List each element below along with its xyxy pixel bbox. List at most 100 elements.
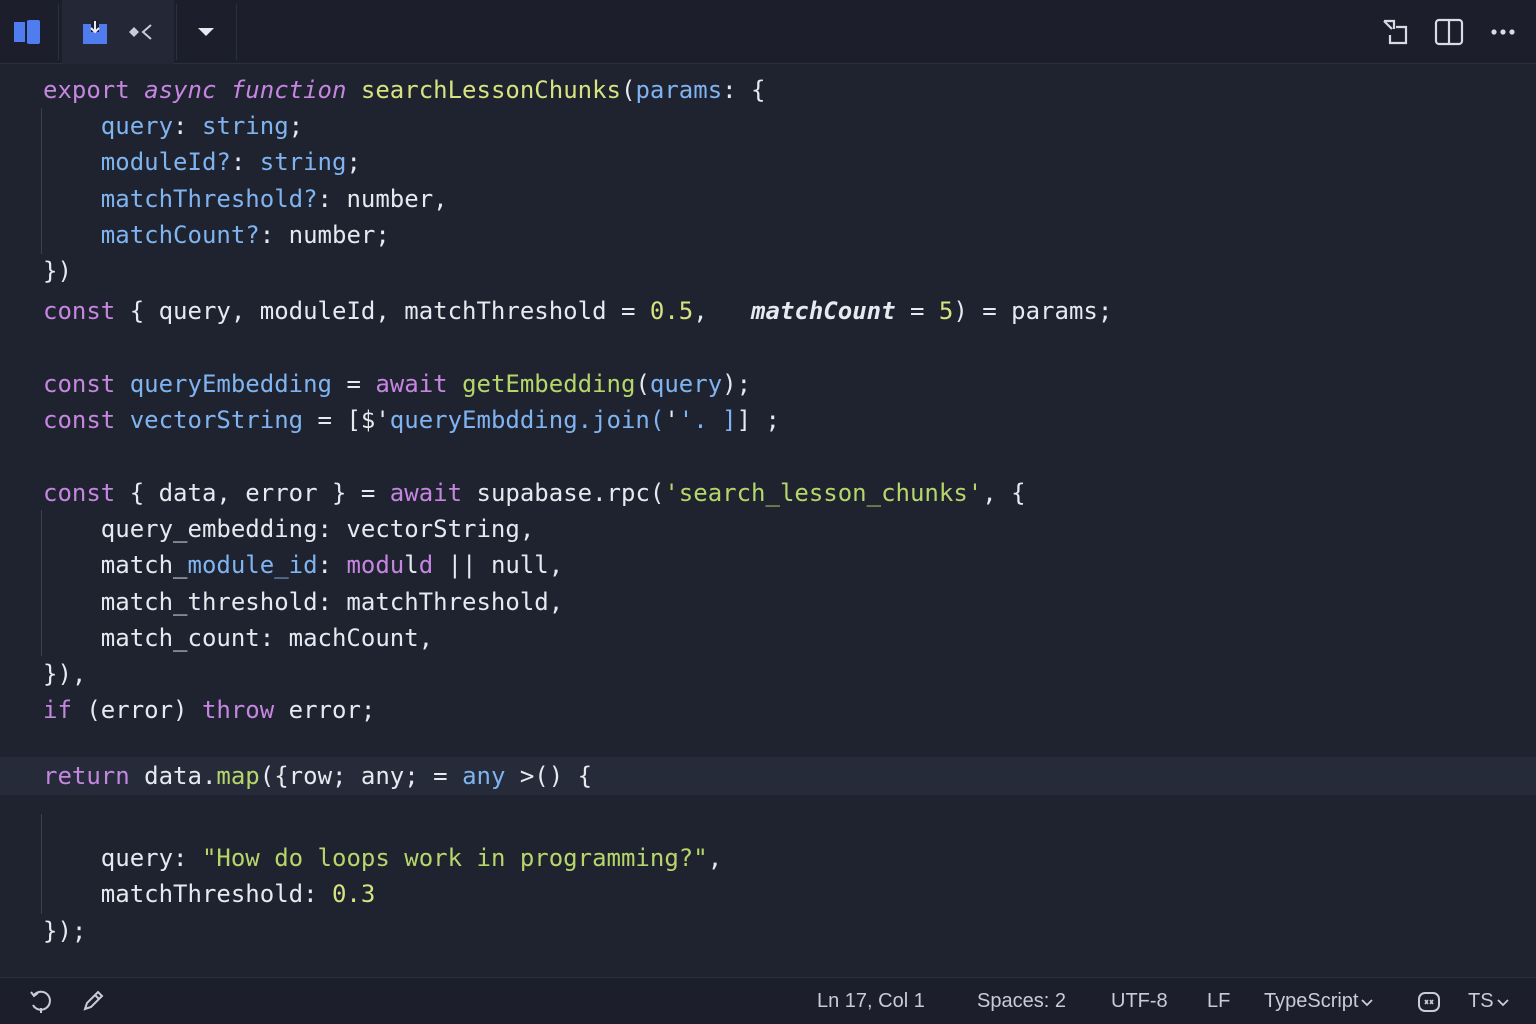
code-token: matchCount?: [100, 221, 260, 249]
more-button[interactable]: [1478, 0, 1528, 64]
code-token: 0.3: [331, 880, 376, 908]
code-token: ;: [288, 112, 304, 140]
code-line[interactable]: [0, 803, 1536, 839]
code-line[interactable]: moduleId?: string;: [0, 144, 1536, 180]
code-line[interactable]: match_module_id: moduld || null,: [0, 547, 1536, 583]
save-icon: [83, 20, 107, 44]
code-token: vectorString: [129, 406, 304, 434]
code-text: query: string;: [43, 108, 303, 144]
code-token: matchCount: [736, 297, 896, 325]
code-line[interactable]: query: "How do loops work in programming…: [0, 840, 1536, 876]
code-token: );: [722, 370, 752, 398]
code-line[interactable]: match_count: machCount,: [0, 620, 1536, 656]
code-text: match_count: machCount,: [43, 620, 433, 656]
indentation[interactable]: Spaces: 2: [977, 978, 1066, 1024]
code-line[interactable]: matchCount?: number;: [0, 217, 1536, 253]
code-token: }): [43, 257, 72, 285]
code-line[interactable]: const { data, error } = await supabase.r…: [0, 475, 1536, 511]
code-text: const { query, moduleId, matchThreshold …: [43, 293, 1112, 329]
code-token: '. ]: [678, 406, 737, 434]
code-token: throw: [201, 696, 289, 724]
language-label: TypeScript: [1264, 990, 1359, 1012]
code-line[interactable]: export async function searchLessonChunks…: [0, 72, 1536, 108]
encoding[interactable]: UTF-8: [1111, 978, 1168, 1024]
code-token: "How do loops work in programming?": [201, 844, 708, 872]
code-token: await: [375, 370, 463, 398]
nav-button[interactable]: [118, 22, 164, 42]
code-token: query_embedding: vectorString,: [43, 515, 535, 543]
code-text: const { data, error } = await supabase.r…: [43, 475, 1026, 511]
code-line[interactable]: const queryEmbedding = await getEmbeddin…: [0, 366, 1536, 402]
sync-icon[interactable]: [28, 988, 54, 1014]
code-line[interactable]: [0, 438, 1536, 474]
ts-version[interactable]: TS: [1468, 978, 1509, 1024]
pencil-icon[interactable]: [80, 988, 106, 1014]
code-token: params: [635, 76, 723, 104]
code-line[interactable]: matchThreshold: 0.3: [0, 876, 1536, 912]
diff-icon: [1383, 19, 1408, 45]
code-token: match_count: machCount,: [43, 624, 434, 652]
code-line[interactable]: matchThreshold?: number,: [0, 181, 1536, 217]
sidebar-toggle-button[interactable]: [0, 0, 54, 64]
code-text: matchCount?: number;: [43, 217, 390, 253]
code-token: getEmbedding: [462, 370, 636, 398]
split-editor-button[interactable]: [1424, 0, 1474, 64]
code-token: const: [43, 297, 130, 325]
code-token: const: [43, 479, 130, 507]
code-line[interactable]: return data.map({row; any; = any >() {: [0, 757, 1536, 795]
code-editor[interactable]: export async function searchLessonChunks…: [0, 64, 1536, 976]
code-token: queryEmbdding.join(: [389, 406, 665, 434]
code-token: if: [43, 696, 87, 724]
code-line[interactable]: });: [0, 913, 1536, 949]
code-line[interactable]: query: string;: [0, 108, 1536, 144]
split-editor-icon: [1434, 18, 1464, 46]
diff-button[interactable]: [1370, 0, 1420, 64]
code-line[interactable]: match_threshold: matchThreshold,: [0, 584, 1536, 620]
code-line[interactable]: }),: [0, 656, 1536, 692]
code-text: moduleId?: string;: [43, 144, 361, 180]
copilot-icon[interactable]: [1416, 989, 1442, 1015]
code-token: (: [621, 76, 636, 104]
code-token: : number,: [317, 185, 448, 213]
code-text: if (error) throw error;: [43, 692, 375, 728]
code-line[interactable]: query_embedding: vectorString,: [0, 511, 1536, 547]
code-line[interactable]: }): [0, 253, 1536, 289]
line-ending[interactable]: LF: [1207, 978, 1230, 1024]
code-token: error;: [288, 696, 376, 724]
code-token: searchLessonChunks: [360, 76, 621, 104]
code-token: const: [43, 406, 130, 434]
code-token: matchThreshold:: [43, 880, 332, 908]
code-token: string: [259, 148, 347, 176]
code-text: export async function searchLessonChunks…: [43, 72, 766, 108]
code-token: ': [664, 406, 679, 434]
save-button[interactable]: [72, 18, 118, 46]
code-token: ,: [707, 844, 723, 872]
code-token: match_threshold: matchThreshold,: [43, 588, 564, 616]
code-line[interactable]: [0, 329, 1536, 365]
code-text: query: "How do loops work in programming…: [43, 840, 722, 876]
code-token: await: [389, 479, 477, 507]
code-token: :: [173, 112, 202, 140]
nav-icon: [129, 24, 152, 40]
code-token: export: [43, 76, 145, 104]
cursor-position[interactable]: Ln 17, Col 1: [817, 978, 925, 1024]
code-line[interactable]: const { query, moduleId, matchThreshold …: [0, 293, 1536, 329]
code-token: match_: [43, 551, 188, 579]
code-line[interactable]: const vectorString = [$'queryEmbdding.jo…: [0, 402, 1536, 438]
code-text: matchThreshold?: number,: [43, 181, 448, 217]
code-token: string: [201, 112, 289, 140]
editor-toolbar: [0, 0, 1536, 64]
code-token: async: [144, 76, 231, 104]
code-token: }),: [43, 660, 87, 688]
dropdown-button[interactable]: [178, 0, 234, 64]
code-token: { query, moduleId, matchThreshold =: [129, 297, 650, 325]
code-token: query: [100, 112, 174, 140]
code-token: query:: [43, 844, 202, 872]
code-token: :: [317, 551, 347, 579]
code-line[interactable]: if (error) throw error;: [0, 692, 1536, 728]
language-mode[interactable]: TypeScript: [1264, 978, 1374, 1024]
code-token: 'search_lesson_chunks': [664, 479, 983, 507]
code-token: = [$': [303, 406, 390, 434]
